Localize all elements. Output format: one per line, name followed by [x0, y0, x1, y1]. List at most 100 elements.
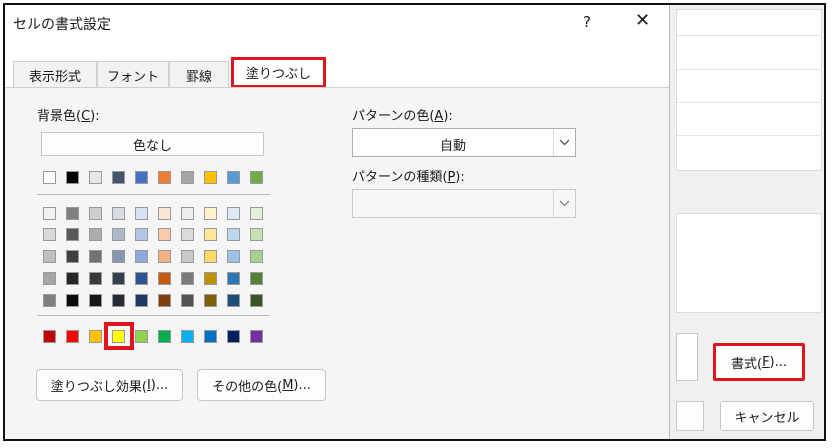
color-swatch[interactable] [112, 207, 125, 220]
standard-color-swatch[interactable] [135, 330, 148, 343]
color-swatch[interactable] [112, 171, 125, 184]
color-swatch[interactable] [89, 250, 102, 263]
chevron-down-icon [553, 129, 575, 156]
color-swatch[interactable] [181, 207, 194, 220]
color-swatch[interactable] [158, 250, 171, 263]
standard-color-swatch[interactable] [158, 330, 171, 343]
color-swatch[interactable] [250, 171, 263, 184]
background-divider [676, 35, 820, 36]
color-swatch[interactable] [135, 171, 148, 184]
screenshot-frame: 書式(F)... キャンセル セルの書式設定 ? ✕ 表示形式 フォント 罫線 … [3, 3, 826, 441]
color-swatch[interactable] [158, 171, 171, 184]
color-swatch[interactable] [89, 207, 102, 220]
format-button-key: F [762, 354, 770, 370]
pattern-type-select[interactable] [352, 189, 576, 218]
color-swatch[interactable] [89, 272, 102, 285]
pattern-type-label: パターンの種類(P): [352, 170, 465, 185]
color-swatch[interactable] [181, 272, 194, 285]
color-swatch[interactable] [181, 294, 194, 307]
standard-color-swatch[interactable] [66, 330, 79, 343]
color-swatch[interactable] [250, 294, 263, 307]
tab-font[interactable]: フォント [97, 61, 169, 89]
standard-color-swatch[interactable] [204, 330, 217, 343]
color-swatch[interactable] [43, 250, 56, 263]
standard-color-swatch[interactable] [227, 330, 240, 343]
close-icon[interactable]: ✕ [635, 10, 650, 31]
background-preview-panel [676, 9, 822, 171]
color-swatch[interactable] [43, 171, 56, 184]
standard-color-swatch[interactable] [43, 330, 56, 343]
pattern-color-select[interactable]: 自動 [352, 128, 576, 157]
background-color-label: 背景色(C): [37, 109, 100, 124]
tab-border[interactable]: 罫線 [169, 61, 229, 89]
color-swatch[interactable] [250, 250, 263, 263]
standard-color-swatch[interactable] [250, 330, 263, 343]
background-divider [676, 102, 820, 103]
color-swatch[interactable] [227, 250, 240, 263]
color-swatch[interactable] [204, 250, 217, 263]
tab-number-format[interactable]: 表示形式 [13, 61, 97, 89]
color-swatch[interactable] [66, 171, 79, 184]
color-swatch[interactable] [181, 228, 194, 241]
color-swatch[interactable] [204, 228, 217, 241]
no-color-button[interactable]: 色なし [41, 132, 264, 156]
color-swatch[interactable] [89, 228, 102, 241]
color-swatch[interactable] [112, 272, 125, 285]
ok-button[interactable] [676, 401, 704, 431]
fill-effects-button[interactable]: 塗りつぶし効果(I)... [36, 369, 183, 401]
color-swatch[interactable] [66, 207, 79, 220]
format-button[interactable]: 書式(F)... [713, 343, 805, 381]
selected-color-highlight [104, 322, 134, 350]
color-swatch[interactable] [43, 228, 56, 241]
color-swatch[interactable] [227, 272, 240, 285]
pattern-color-label: パターンの色(A): [352, 109, 453, 124]
color-swatch[interactable] [181, 250, 194, 263]
more-colors-button[interactable]: その他の色(M)... [197, 369, 326, 401]
color-swatch[interactable] [43, 294, 56, 307]
color-swatch[interactable] [158, 294, 171, 307]
color-swatch[interactable] [135, 294, 148, 307]
color-swatch[interactable] [112, 250, 125, 263]
color-swatch[interactable] [135, 228, 148, 241]
color-swatch[interactable] [158, 207, 171, 220]
color-swatch[interactable] [66, 250, 79, 263]
title-bar: セルの書式設定 ? ✕ [5, 5, 669, 41]
pattern-color-value: 自動 [439, 139, 466, 154]
color-swatch[interactable] [89, 294, 102, 307]
color-swatch[interactable] [158, 228, 171, 241]
format-button-label: 書式( [730, 356, 763, 372]
help-icon[interactable]: ? [583, 13, 591, 31]
color-swatch[interactable] [43, 272, 56, 285]
color-swatch[interactable] [204, 171, 217, 184]
color-swatch[interactable] [158, 272, 171, 285]
color-swatch[interactable] [204, 207, 217, 220]
color-swatch[interactable] [66, 294, 79, 307]
color-swatch[interactable] [43, 207, 56, 220]
dialog-title: セルの書式設定 [13, 17, 111, 33]
standard-color-swatch[interactable] [89, 330, 102, 343]
color-swatch[interactable] [204, 294, 217, 307]
format-cells-dialog: セルの書式設定 ? ✕ 表示形式 フォント 罫線 塗りつぶし 背景色(C): 色… [5, 5, 670, 439]
background-rule-panel [676, 213, 822, 313]
color-swatch[interactable] [181, 171, 194, 184]
color-swatch[interactable] [250, 272, 263, 285]
standard-color-swatch[interactable] [181, 330, 194, 343]
color-swatch[interactable] [227, 228, 240, 241]
color-swatch[interactable] [89, 171, 102, 184]
color-swatch[interactable] [250, 228, 263, 241]
format-button-label-end: )... [769, 354, 788, 370]
color-swatch[interactable] [112, 228, 125, 241]
color-swatch[interactable] [66, 272, 79, 285]
color-swatch[interactable] [135, 250, 148, 263]
color-swatch[interactable] [227, 207, 240, 220]
color-swatch[interactable] [135, 207, 148, 220]
color-swatch[interactable] [227, 294, 240, 307]
color-swatch[interactable] [112, 294, 125, 307]
tab-fill[interactable]: 塗りつぶし [231, 57, 326, 88]
color-swatch[interactable] [135, 272, 148, 285]
color-swatch[interactable] [204, 272, 217, 285]
color-swatch[interactable] [227, 171, 240, 184]
color-swatch[interactable] [250, 207, 263, 220]
color-swatch[interactable] [66, 228, 79, 241]
cancel-button[interactable]: キャンセル [720, 401, 814, 431]
